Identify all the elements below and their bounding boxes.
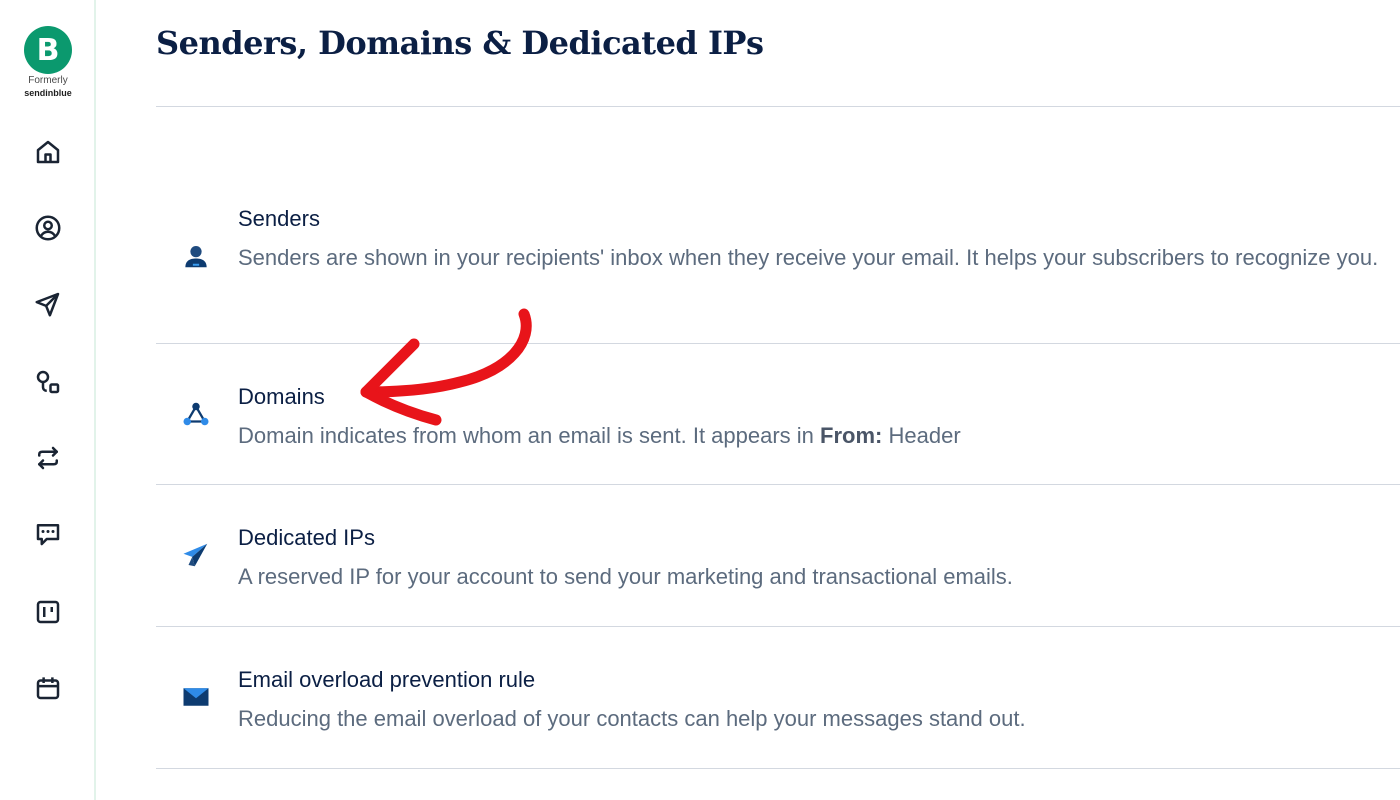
contacts-icon[interactable] xyxy=(30,210,66,246)
divider xyxy=(156,106,1400,107)
conversations-icon[interactable] xyxy=(30,516,66,552)
divider xyxy=(156,343,1400,344)
email-overload-title: Email overload prevention rule xyxy=(238,667,536,692)
email-overload-description: Reducing the email overload of your cont… xyxy=(238,706,1026,731)
domains-description-suffix: Header xyxy=(888,423,961,448)
logo-formerly-label: Formerly xyxy=(28,75,68,86)
domains-setting[interactable]: Domains Domain indicates from whom an em… xyxy=(156,384,1400,464)
paper-plane-icon xyxy=(180,539,212,571)
home-icon[interactable] xyxy=(30,134,66,170)
sidebar: B Formerly sendinblue xyxy=(0,0,96,800)
meetings-icon[interactable] xyxy=(30,670,66,706)
sender-person-icon xyxy=(180,240,212,272)
dedicated-ips-title: Dedicated IPs xyxy=(238,525,375,550)
logo-former-name: sendinblue xyxy=(24,88,72,98)
divider xyxy=(156,626,1400,627)
divider xyxy=(156,484,1400,485)
sales-icon[interactable] xyxy=(30,594,66,630)
page-title: Senders, Domains & Dedicated IPs xyxy=(156,24,764,62)
senders-title: Senders xyxy=(238,206,320,231)
email-overload-setting[interactable]: Email overload prevention rule Reducing … xyxy=(156,667,1400,747)
domain-nodes-icon xyxy=(180,398,212,430)
envelope-icon xyxy=(180,681,212,713)
dedicated-ips-setting[interactable]: Dedicated IPs A reserved IP for your acc… xyxy=(156,525,1400,605)
campaigns-icon[interactable] xyxy=(30,286,66,322)
senders-setting[interactable]: Senders Senders are shown in your recipi… xyxy=(156,206,1400,316)
transactional-icon[interactable] xyxy=(30,440,66,476)
automations-icon[interactable] xyxy=(30,364,66,400)
dedicated-ips-description: A reserved IP for your account to send y… xyxy=(238,564,1013,589)
logo-letter: B xyxy=(36,32,60,68)
domains-description: Domain indicates from whom an email is s… xyxy=(238,418,1388,454)
domains-title: Domains xyxy=(238,384,325,409)
main-content: Senders, Domains & Dedicated IPs Senders… xyxy=(156,0,1400,800)
senders-description: Senders are shown in your recipients' in… xyxy=(238,245,1379,270)
domains-description-bold: From: xyxy=(820,423,883,448)
domains-description-text: Domain indicates from whom an email is s… xyxy=(238,423,814,448)
divider xyxy=(156,768,1400,769)
brevo-logo[interactable]: B xyxy=(24,26,72,74)
